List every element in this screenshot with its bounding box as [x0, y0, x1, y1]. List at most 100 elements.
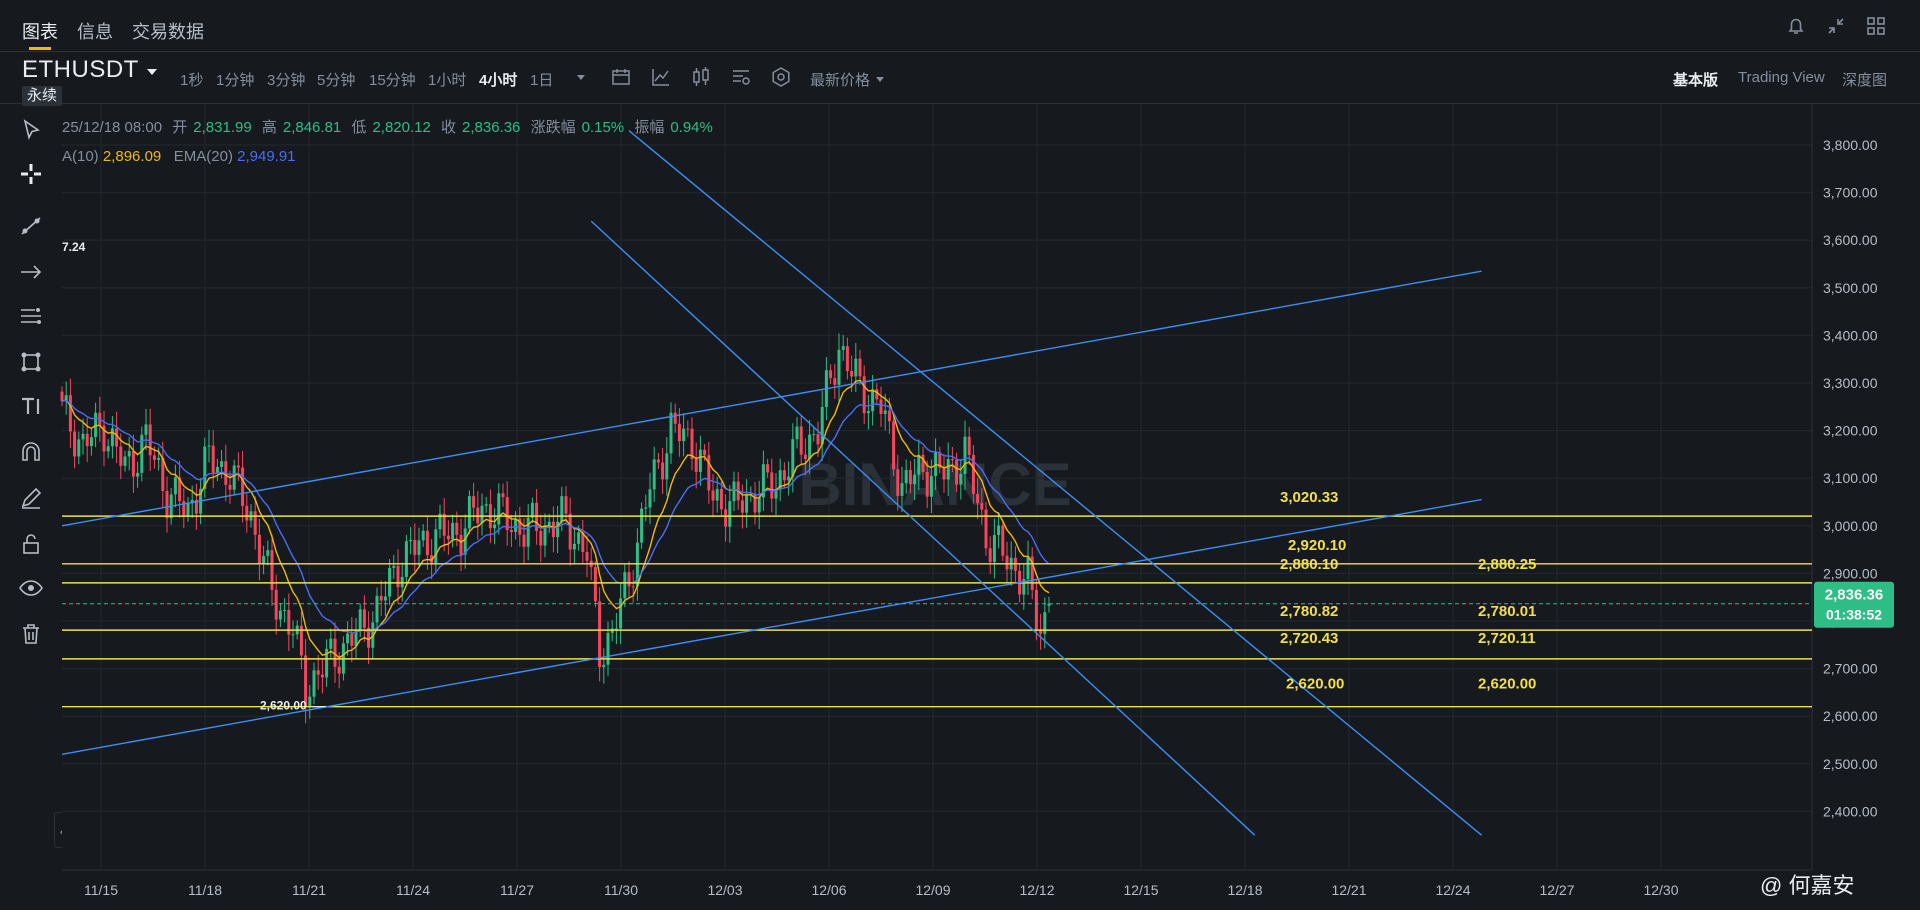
- candle-body: [413, 539, 417, 555]
- candle-body: [442, 513, 446, 536]
- level-label: 2,880.10: [1280, 556, 1338, 573]
- candle-body: [967, 436, 971, 455]
- candle-body: [614, 628, 618, 630]
- candle-body: [833, 378, 837, 385]
- price-tick-label: 3,400.00: [1823, 327, 1878, 343]
- candle-body: [640, 508, 644, 543]
- candle-body: [173, 477, 177, 495]
- candle-body: [148, 424, 152, 456]
- ohlc-readout: 25/12/18 08:00 开 2,831.99 高 2,846.81 低 2,82…: [62, 116, 719, 137]
- candle-body: [455, 522, 459, 535]
- candle-body: [745, 494, 749, 513]
- candle-body: [724, 509, 728, 527]
- candle-body: [698, 449, 702, 472]
- candle-body: [291, 634, 295, 636]
- candle-body: [946, 459, 950, 480]
- low-value: 2,820.12: [372, 119, 431, 136]
- candle-body: [892, 421, 896, 470]
- candle-body: [459, 534, 463, 555]
- candle-body: [165, 491, 169, 519]
- candle-body: [228, 484, 232, 490]
- price-tick-label: 3,500.00: [1823, 280, 1878, 296]
- candle-body: [740, 500, 744, 513]
- candle-body: [900, 483, 904, 496]
- candle-body: [85, 433, 89, 447]
- candle-body: [606, 632, 610, 665]
- candle-body: [673, 412, 677, 424]
- candle-body: [887, 410, 891, 422]
- candle-body: [841, 346, 845, 350]
- price-tick-label: 3,800.00: [1823, 137, 1878, 153]
- candle-body: [539, 531, 543, 546]
- candle-body: [211, 445, 215, 473]
- candle-body: [652, 459, 656, 490]
- candle-body: [829, 370, 833, 379]
- level-label: 3,020.33: [1280, 489, 1338, 506]
- price-tick-label: 3,000.00: [1823, 518, 1878, 534]
- low-label: 低: [351, 119, 367, 136]
- last-price-value: 2,836.36: [1825, 587, 1883, 604]
- price-tick-label: 2,700.00: [1823, 661, 1878, 677]
- candle-body: [119, 446, 123, 466]
- candle-body: [362, 609, 366, 628]
- candle-body: [770, 472, 774, 499]
- price-tick-label: 2,900.00: [1823, 565, 1878, 581]
- candle-body: [308, 696, 312, 707]
- candle-body: [245, 505, 249, 521]
- candle-body: [677, 423, 681, 442]
- candle-body: [577, 532, 581, 544]
- time-tick-label: 11/30: [604, 882, 638, 898]
- candle-body: [547, 521, 551, 526]
- candle-body: [631, 586, 635, 588]
- candle-body: [850, 371, 854, 377]
- level-label: 2,720.43: [1280, 630, 1338, 647]
- candle-body: [472, 496, 476, 508]
- candle-body: [871, 389, 875, 412]
- candle-body: [144, 424, 148, 435]
- candle-body: [619, 598, 623, 629]
- candle-body: [875, 389, 879, 400]
- candle-body: [316, 670, 320, 675]
- candle-body: [68, 395, 72, 432]
- candle-body: [854, 358, 858, 377]
- candle-body: [375, 595, 379, 623]
- candle-body: [803, 454, 807, 459]
- candle-body: [627, 572, 631, 587]
- candle-body: [220, 461, 224, 467]
- candle-body: [551, 521, 555, 538]
- candle-time: 25/12/18 08:00: [62, 119, 163, 136]
- time-tick-label: 12/09: [915, 882, 950, 898]
- price-tick-label: 2,400.00: [1823, 803, 1878, 819]
- candle-body: [421, 530, 425, 541]
- candle-body: [215, 466, 219, 473]
- time-tick-label: 12/30: [1643, 882, 1678, 898]
- candle-body: [1034, 589, 1038, 630]
- candle-body: [976, 493, 980, 504]
- candle-body: [77, 439, 81, 457]
- candle-body: [409, 539, 413, 542]
- candle-body: [950, 459, 954, 461]
- candle-body: [593, 567, 597, 602]
- candle-body: [446, 535, 450, 540]
- candle-body: [917, 454, 921, 475]
- candle-body: [257, 534, 261, 565]
- candle-body: [913, 474, 917, 485]
- author-watermark: @ 何嘉安: [1760, 868, 1854, 900]
- ema10-value: 2,896.09: [102, 148, 162, 165]
- candle-body: [955, 459, 959, 485]
- candle-body: [644, 507, 648, 509]
- candle-body: [585, 552, 589, 561]
- low-marker-label: 2,620.00: [260, 699, 307, 713]
- candle-body: [383, 596, 387, 601]
- candle-body: [115, 428, 119, 447]
- candle-body: [127, 451, 131, 457]
- time-tick-label: 12/03: [707, 882, 742, 898]
- candle-body: [656, 459, 660, 463]
- candle-body: [123, 456, 127, 466]
- candle-body: [858, 358, 862, 377]
- candle-body: [959, 473, 963, 485]
- candle-body: [501, 493, 505, 498]
- candle-body: [1005, 555, 1009, 570]
- candle-body: [711, 490, 715, 501]
- change-value: 0.15%: [581, 119, 625, 136]
